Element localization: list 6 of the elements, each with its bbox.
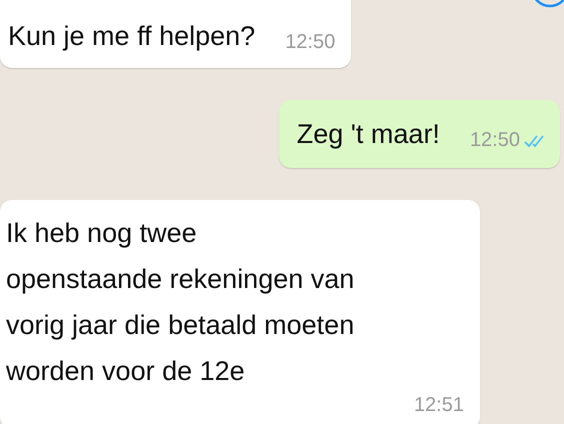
message-text: Zeg 't maar! <box>296 118 440 151</box>
message-text: Kun je me ff helpen? <box>8 20 256 53</box>
message-time: 12:50 <box>285 31 336 55</box>
message-time: 12:51 <box>414 394 464 418</box>
message-time: 12:50 <box>470 129 550 156</box>
message-text: Ik heb nog twee openstaande rekeningen van vorig jaar die betaald moeten worden voor de 12e <box>6 217 356 388</box>
